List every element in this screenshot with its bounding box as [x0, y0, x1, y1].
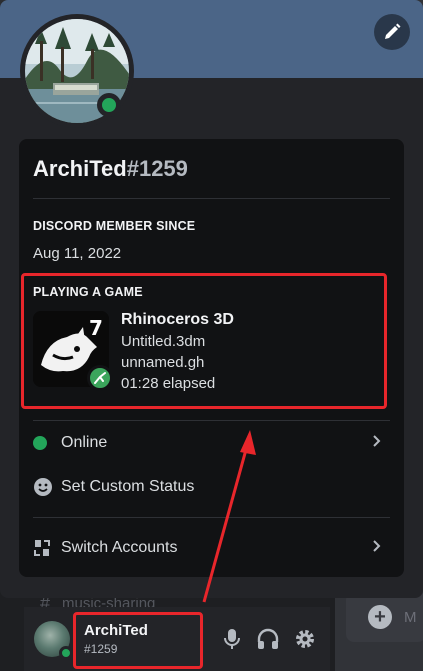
microphone-icon[interactable] [222, 628, 242, 650]
add-attachment-icon[interactable]: + [368, 605, 392, 629]
switch-accounts-icon [33, 538, 61, 558]
member-since-heading: DISCORD MEMBER SINCE [33, 219, 196, 233]
menu-item-set-custom-status[interactable]: Set Custom Status [33, 467, 390, 507]
headphones-icon[interactable] [256, 628, 280, 650]
user-panel-avatar[interactable] [34, 621, 73, 660]
status-online-icon [59, 646, 73, 660]
divider [33, 198, 390, 199]
activity-state: unnamed.gh [121, 354, 205, 371]
user-panel-username: ArchiTed [84, 622, 148, 639]
discriminator: #1259 [126, 156, 188, 181]
menu-item-switch-accounts[interactable]: Switch Accounts [33, 528, 390, 568]
activity-heading: PLAYING A GAME [33, 285, 143, 299]
game-name: Rhinoceros 3D [121, 311, 234, 328]
gear-icon[interactable] [294, 628, 316, 650]
custom-status-label: Set Custom Status [61, 478, 195, 495]
activity-elapsed: 01:28 elapsed [121, 375, 216, 392]
divider [33, 517, 390, 518]
rhinoceros-app-icon: 7 [33, 311, 113, 391]
profile-name: ArchiTed#1259 [33, 156, 188, 182]
message-input-placeholder: M [404, 608, 417, 626]
chevron-right-icon [372, 539, 382, 558]
pencil-icon [385, 23, 401, 39]
user-panel-names[interactable]: ArchiTed #1259 [84, 622, 148, 656]
menu-item-online[interactable]: Online [33, 423, 390, 463]
smiley-icon [33, 477, 61, 497]
status-online-icon [97, 93, 121, 117]
username: ArchiTed [33, 156, 127, 181]
switch-accounts-label: Switch Accounts [61, 539, 178, 556]
profile-popout: ArchiTed#1259 DISCORD MEMBER SINCE Aug 1… [0, 0, 423, 598]
grasshopper-badge-icon [87, 365, 113, 391]
activity-details: Untitled.3dm [121, 333, 206, 350]
member-since-date: Aug 11, 2022 [33, 245, 122, 262]
user-panel-tag: #1259 [84, 642, 118, 656]
activity-item: 7 Rhinoceros 3D Untitled.3dm unnamed.gh … [33, 311, 234, 392]
divider [33, 420, 390, 421]
message-input[interactable]: + M [346, 592, 423, 642]
chevron-right-icon [372, 434, 382, 453]
online-label: Online [61, 434, 108, 451]
app-version-number: 7 [89, 316, 103, 340]
status-online-icon [33, 436, 47, 450]
user-panel: ArchiTed #1259 [24, 607, 330, 671]
profile-card: ArchiTed#1259 DISCORD MEMBER SINCE Aug 1… [19, 139, 404, 577]
edit-profile-button[interactable] [374, 14, 410, 50]
